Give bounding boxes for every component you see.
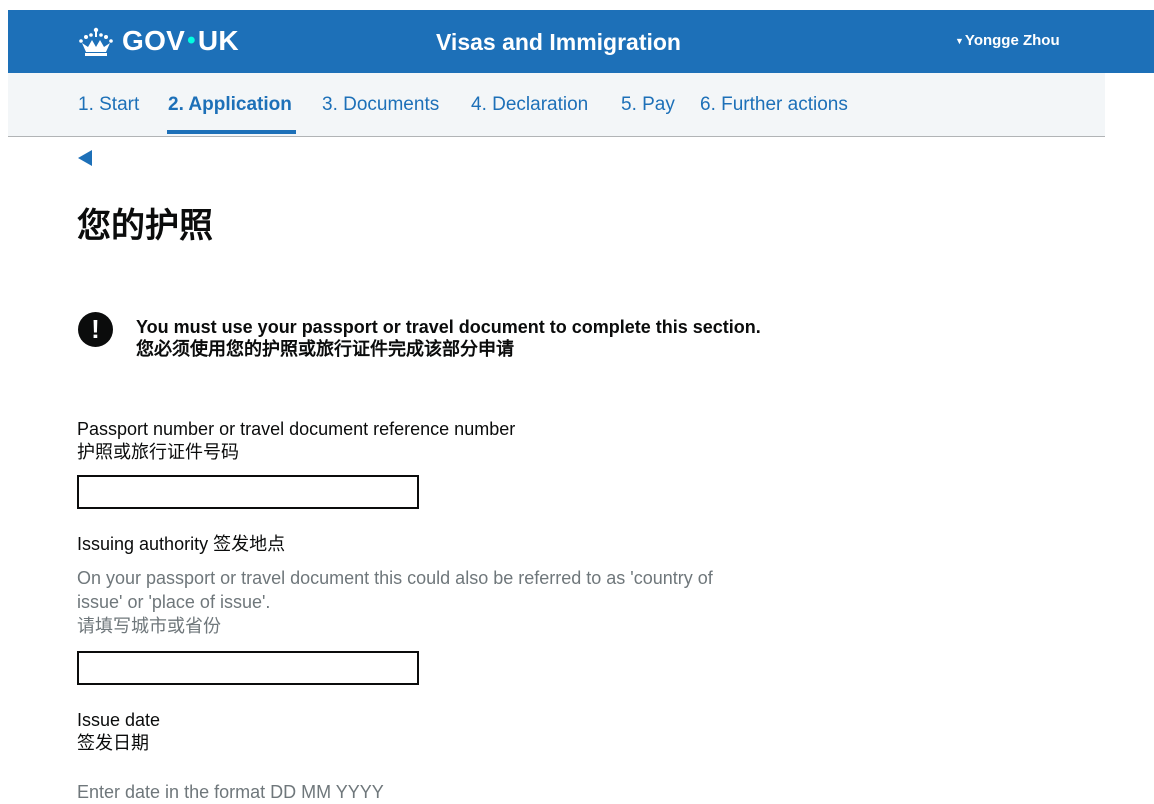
- issue-date-label-english: Issue date: [77, 710, 161, 730]
- issuing-authority-hint-line-3: 请填写城市或省份: [77, 616, 221, 636]
- user-name: Yongge Zhou: [964, 32, 1060, 49]
- passport-number-label-english: Passport number or travel document refer…: [77, 419, 516, 439]
- nav-step-pay[interactable]: 5. Pay: [621, 93, 675, 117]
- nav-step-start[interactable]: 1. Start: [78, 93, 139, 117]
- issuing-authority-hint-line-1: On your passport or travel document this…: [77, 568, 713, 588]
- passport-number-label: Passport number or travel document refer…: [77, 418, 515, 464]
- issuing-authority-input[interactable]: [77, 651, 419, 685]
- back-arrow-icon[interactable]: [78, 150, 92, 166]
- site-header: GOV • UK Visas and Immigration ▼ Yongge …: [8, 10, 1154, 73]
- issue-date-hint: Enter date in the format DD MM YYYY: [77, 782, 384, 802]
- logo-text-uk: UK: [197, 25, 239, 56]
- warning-text-chinese: 您必须使用您的护照或旅行证件完成该部分申请: [136, 339, 514, 359]
- service-name-link[interactable]: Visas and Immigration: [436, 28, 681, 56]
- progress-nav: 1. Start 2. Application 3. Documents 4. …: [8, 73, 1105, 137]
- issue-date-label: Issue date 签发日期: [77, 709, 160, 755]
- user-menu-toggle[interactable]: ▼ Yongge Zhou: [955, 30, 1060, 52]
- issue-date-label-chinese: 签发日期: [77, 733, 149, 753]
- page-title: 您的护照: [77, 207, 213, 245]
- crown-icon: [79, 27, 113, 56]
- passport-number-input[interactable]: [77, 475, 419, 509]
- nav-step-documents[interactable]: 3. Documents: [322, 93, 439, 117]
- passport-number-label-chinese: 护照或旅行证件号码: [77, 442, 239, 462]
- nav-step-further-actions[interactable]: 6. Further actions: [700, 93, 848, 117]
- issuing-authority-hint-line-2: issue' or 'place of issue'.: [77, 592, 271, 612]
- warning-icon: !: [78, 312, 113, 347]
- warning-text: You must use your passport or travel doc…: [136, 316, 761, 360]
- logo-text-gov: GOV: [122, 25, 186, 56]
- govuk-logo-link[interactable]: GOV • UK: [78, 24, 239, 58]
- nav-step-application[interactable]: 2. Application: [168, 93, 292, 117]
- nav-step-declaration[interactable]: 4. Declaration: [471, 93, 588, 117]
- caret-down-icon: ▼: [955, 36, 964, 46]
- issuing-authority-hint: On your passport or travel document this…: [77, 566, 797, 638]
- warning-text-english: You must use your passport or travel doc…: [136, 317, 761, 337]
- issuing-authority-label: Issuing authority 签发地点: [77, 534, 286, 554]
- logo-separator: •: [187, 27, 196, 54]
- active-step-indicator: [167, 130, 296, 134]
